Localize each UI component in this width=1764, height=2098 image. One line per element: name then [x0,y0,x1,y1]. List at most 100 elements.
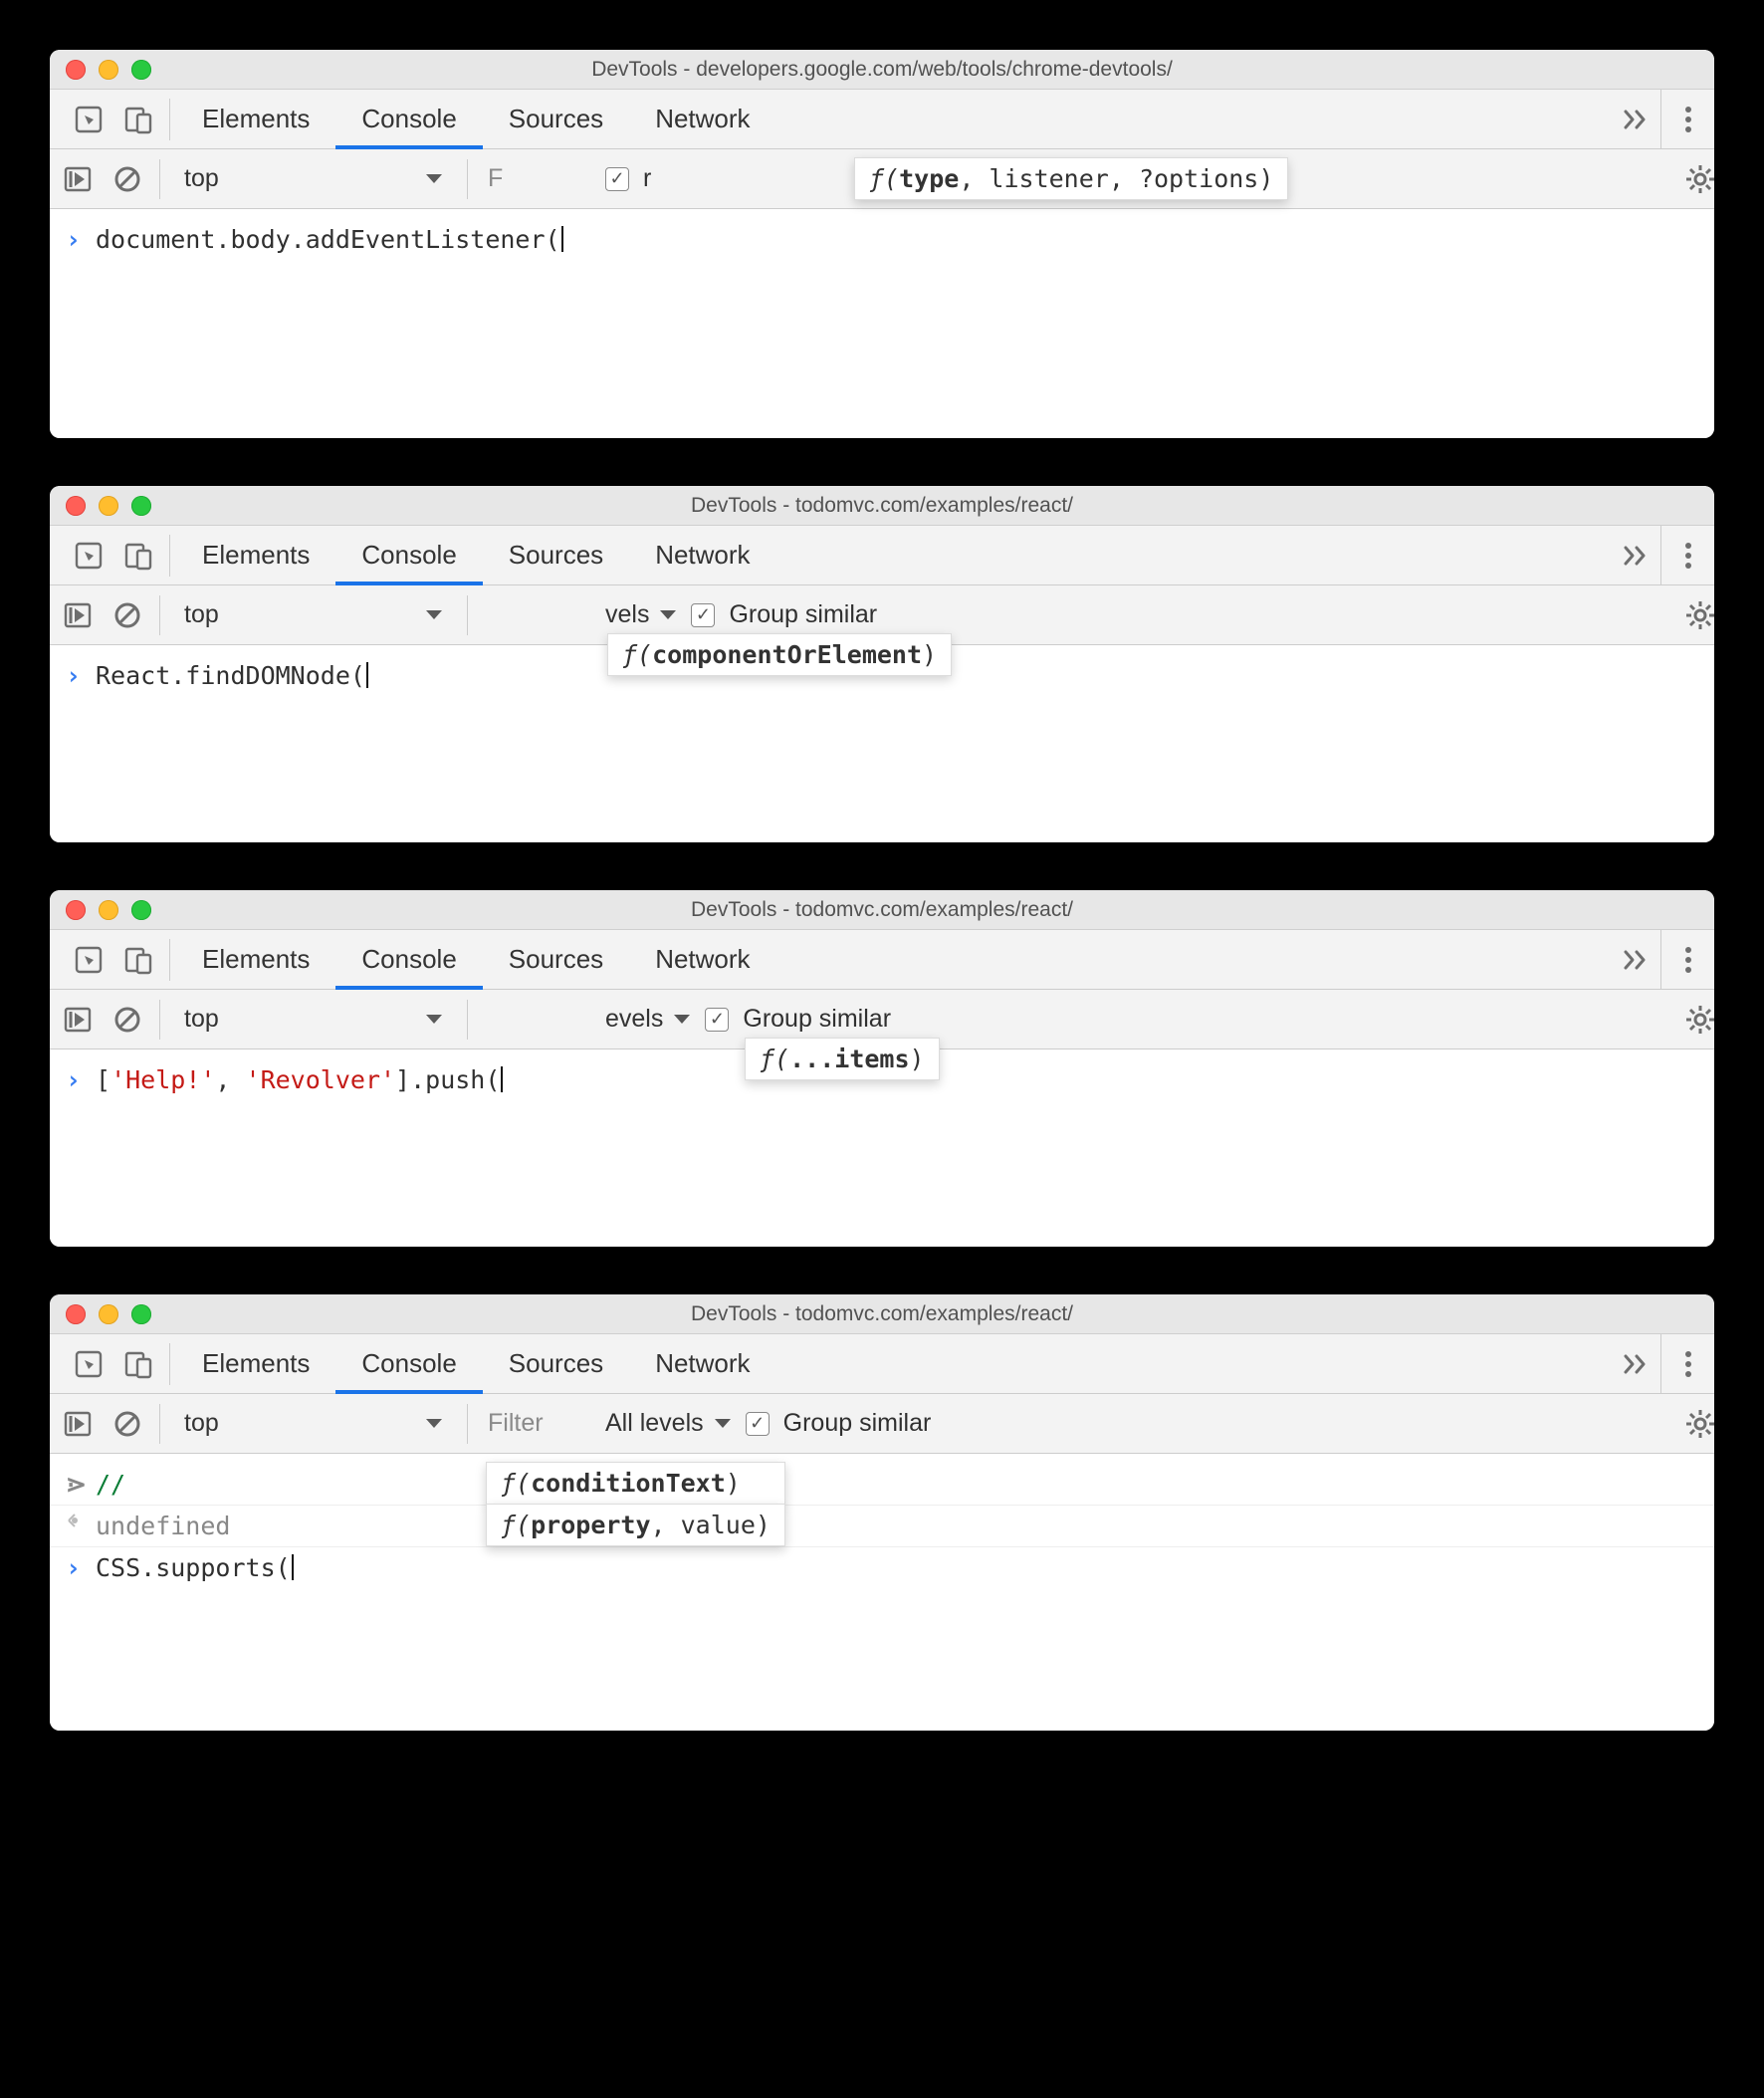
zoom-window-icon[interactable] [131,60,151,80]
close-window-icon[interactable] [66,1304,86,1324]
inspect-element-icon[interactable] [68,1343,110,1385]
execution-context-selector[interactable]: top [174,600,453,629]
log-levels-selector[interactable]: evels [605,1005,691,1034]
prompt-marker-icon: › [66,1065,88,1094]
console-body[interactable]: ⋗// undefined ›CSS.supports( [50,1454,1714,1731]
chevron-down-icon [425,609,443,621]
divider [159,1404,160,1444]
minimize-window-icon[interactable] [99,496,118,516]
prompt-marker-icon: › [66,661,88,690]
devtools-window: DevTools - todomvc.com/examples/react/El… [50,890,1714,1247]
toggle-console-sidebar-icon[interactable] [60,161,96,197]
group-similar-checkbox[interactable]: ✓ [746,1412,770,1436]
console-row[interactable]: › ['Help!', 'Revolver'].push( [50,1059,1714,1100]
tab-sources[interactable]: Sources [483,1334,629,1394]
more-tabs-icon[interactable] [1611,930,1660,990]
minimize-window-icon[interactable] [99,60,118,80]
tab-console[interactable]: Console [335,1334,482,1394]
tab-elements[interactable]: Elements [176,90,335,149]
tab-elements[interactable]: Elements [176,526,335,585]
tab-network[interactable]: Network [629,526,775,585]
toggle-device-toolbar-icon[interactable] [117,939,159,981]
group-similar-checkbox[interactable]: ✓ [705,1008,729,1032]
toggle-device-toolbar-icon[interactable] [117,535,159,577]
toggle-device-toolbar-icon[interactable] [117,1343,159,1385]
zoom-window-icon[interactable] [131,1304,151,1324]
console-row[interactable]: undefined [50,1506,1714,1547]
tab-sources[interactable]: Sources [483,930,629,990]
divider [467,1000,468,1040]
console-code[interactable]: undefined [96,1512,230,1540]
tab-elements[interactable]: Elements [176,930,335,990]
execution-context-selector[interactable]: top [174,164,453,193]
toggle-console-sidebar-icon[interactable] [60,597,96,633]
zoom-window-icon[interactable] [131,900,151,920]
group-similar-checkbox[interactable]: ✓ [605,167,629,191]
clear-console-icon[interactable] [110,1406,145,1442]
clear-console-icon[interactable] [110,597,145,633]
close-window-icon[interactable] [66,496,86,516]
customize-devtools-icon[interactable] [1660,930,1714,990]
log-levels-selector[interactable]: All levels [605,1409,732,1438]
console-code[interactable]: React.findDOMNode( [96,661,368,690]
tab-console[interactable]: Console [335,526,482,585]
console-settings-icon[interactable] [1682,1406,1718,1442]
devtools-window: DevTools - todomvc.com/examples/react/El… [50,486,1714,842]
console-row[interactable]: ⋗// [50,1464,1714,1506]
prompt-marker-icon: › [66,225,88,254]
console-settings-icon[interactable] [1682,1002,1718,1038]
toggle-console-sidebar-icon[interactable] [60,1406,96,1442]
more-tabs-icon[interactable] [1611,90,1660,149]
tab-network[interactable]: Network [629,930,775,990]
console-code[interactable]: // [96,1470,125,1499]
execution-context-selector[interactable]: top [174,1005,453,1034]
customize-devtools-icon[interactable] [1660,526,1714,585]
execution-context-selector[interactable]: top [174,1409,453,1438]
group-similar-checkbox[interactable]: ✓ [691,603,715,627]
log-levels-label: evels [605,1005,663,1034]
minimize-window-icon[interactable] [99,900,118,920]
toggle-device-toolbar-icon[interactable] [117,99,159,140]
clear-console-icon[interactable] [110,1002,145,1038]
tab-console[interactable]: Console [335,930,482,990]
more-tabs-icon[interactable] [1611,1334,1660,1394]
console-code[interactable]: CSS.supports( [96,1553,294,1582]
clear-console-icon[interactable] [110,161,145,197]
close-window-icon[interactable] [66,60,86,80]
tab-sources[interactable]: Sources [483,526,629,585]
tab-console[interactable]: Console [335,90,482,149]
console-code[interactable]: ['Help!', 'Revolver'].push( [96,1065,503,1094]
devtools-tabs: ElementsConsoleSourcesNetwork [50,1334,1714,1394]
close-window-icon[interactable] [66,900,86,920]
console-settings-icon[interactable] [1682,597,1718,633]
toggle-console-sidebar-icon[interactable] [60,1002,96,1038]
tab-network[interactable]: Network [629,1334,775,1394]
zoom-window-icon[interactable] [131,496,151,516]
inspect-element-icon[interactable] [68,939,110,981]
divider [467,1404,468,1444]
console-body[interactable]: › document.body.addEventListener( [50,209,1714,438]
console-code[interactable]: document.body.addEventListener( [96,225,563,254]
console-row[interactable]: ›CSS.supports( [50,1547,1714,1588]
execution-context-label: top [184,600,219,629]
console-filter-input[interactable]: Filter [482,1409,591,1438]
customize-devtools-icon[interactable] [1660,90,1714,149]
console-row[interactable]: › document.body.addEventListener( [50,219,1714,260]
tab-network[interactable]: Network [629,90,775,149]
console-body[interactable]: › ['Help!', 'Revolver'].push( [50,1049,1714,1247]
inspect-element-icon[interactable] [68,99,110,140]
minimize-window-icon[interactable] [99,1304,118,1324]
console-body[interactable]: › React.findDOMNode( [50,645,1714,842]
console-settings-icon[interactable] [1682,161,1718,197]
tab-elements[interactable]: Elements [176,1334,335,1394]
more-tabs-icon[interactable] [1611,526,1660,585]
console-toolbar: topF✓r [50,149,1714,209]
log-levels-selector[interactable]: vels [605,600,677,629]
divider [467,595,468,635]
customize-devtools-icon[interactable] [1660,1334,1714,1394]
inspect-element-icon[interactable] [68,535,110,577]
tab-sources[interactable]: Sources [483,90,629,149]
console-filter-input[interactable]: F [482,164,591,193]
divider [159,1000,160,1040]
console-row[interactable]: › React.findDOMNode( [50,655,1714,696]
